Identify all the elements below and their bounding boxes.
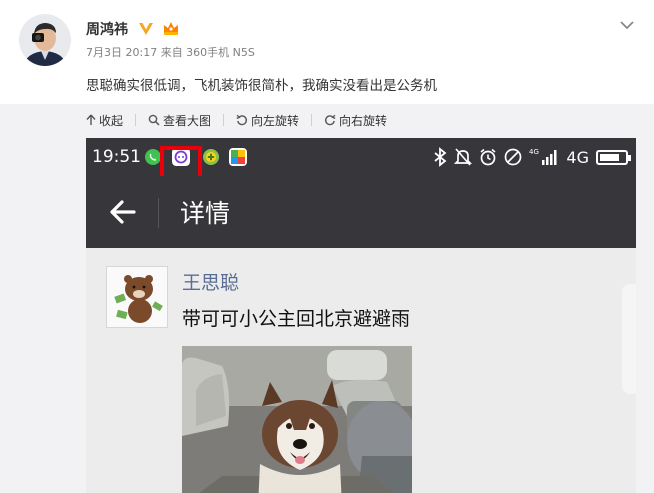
post-header: 周鸿祎 7月3日 20:17 来自 360手机 N5S 思聪确实很低调，飞机装饰… (0, 0, 654, 104)
rotate-left-button[interactable]: 向左旋转 (236, 112, 299, 129)
nav-divider (158, 198, 159, 228)
card-author-name[interactable]: 王思聪 (182, 268, 239, 295)
search-icon (148, 114, 160, 126)
bluetooth-icon (434, 147, 447, 167)
back-arrow-icon[interactable] (108, 198, 138, 226)
view-large-button[interactable]: 查看大图 (148, 112, 211, 129)
toolbar-divider (311, 114, 313, 126)
rotate-left-icon (236, 114, 248, 126)
media-toolbar: 收起 查看大图 向左旋转 向右旋转 (86, 110, 399, 130)
post-meta[interactable]: 7月3日 20:17 来自 360手机 N5S (86, 44, 255, 60)
dog-in-jet-photo[interactable] (182, 346, 412, 493)
battery-level (600, 153, 619, 161)
card-author-avatar[interactable] (106, 266, 168, 328)
rotate-right-icon (325, 114, 336, 126)
battery-icon (596, 149, 631, 165)
author-avatar[interactable] (19, 14, 71, 66)
member-crown-icon[interactable] (162, 20, 180, 40)
rotate-right-label: 向右旋转 (339, 113, 388, 128)
collapse-label: 收起 (99, 113, 124, 128)
collapse-button[interactable]: 收起 (86, 112, 123, 129)
cell-signal-icon: 4G (529, 148, 557, 165)
bell-off-icon (454, 148, 473, 166)
phone-status-bar: 19:51 4G 4G (86, 138, 636, 182)
embedded-phone-screenshot[interactable]: 19:51 4G 4G 详情 王思聪 带可可小公主回北京避避雨 (86, 138, 636, 493)
toolbar-divider (223, 114, 225, 126)
do-not-disturb-icon (505, 148, 522, 166)
maps-app-icon (229, 148, 247, 166)
status-time: 19:51 (92, 147, 141, 167)
plus-app-icon (203, 149, 219, 165)
alarm-clock-icon (480, 148, 496, 166)
post-text: 思聪确实很低调，飞机装饰很简朴，我确实没看出是公务机 (86, 78, 437, 94)
arrow-up-icon (86, 114, 96, 125)
rotate-left-label: 向左旋转 (251, 113, 300, 128)
chevron-down-icon[interactable] (619, 16, 635, 35)
card-post-text: 带可可小公主回北京避避雨 (182, 308, 411, 330)
view-large-label: 查看大图 (163, 113, 212, 128)
phone-nav-bar: 详情 (86, 176, 636, 248)
toolbar-divider (135, 114, 137, 126)
nav-title: 详情 (180, 199, 231, 228)
author-name[interactable]: 周鸿祎 (86, 19, 128, 39)
network-type-label: 4G (566, 147, 589, 167)
status-indicators: 4G 4G (433, 147, 631, 167)
card-edge (622, 284, 636, 394)
verified-v-icon (138, 21, 154, 40)
feed-card: 王思聪 带可可小公主回北京避避雨 (86, 248, 636, 493)
network-small-label: 4G (529, 148, 539, 156)
rotate-right-button[interactable]: 向右旋转 (324, 112, 387, 129)
